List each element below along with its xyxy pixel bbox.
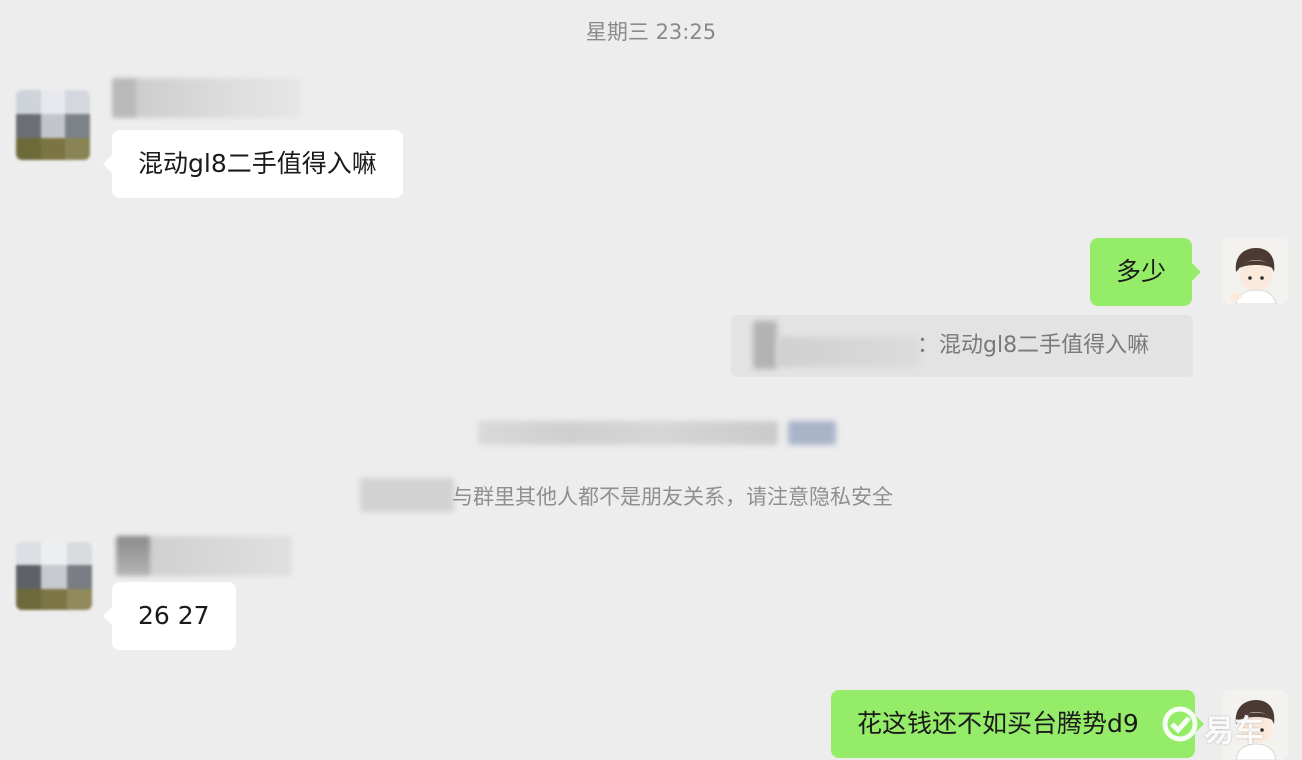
quoted-sender-blurred <box>753 321 777 369</box>
watermark-text: 易车 <box>1204 714 1264 749</box>
system-notice-blurred <box>478 421 778 445</box>
chat-timestamp: 星期三 23:25 <box>585 20 717 44</box>
message-text: 花这钱还不如买台腾势d9 <box>857 709 1139 738</box>
message-bubble[interactable]: 26 27 <box>103 582 236 650</box>
system-link-blurred <box>788 421 836 445</box>
message-text: 混动gl8二手值得入嘛 <box>138 149 377 178</box>
quoted-text: ：混动gl8二手值得入嘛 <box>917 333 1150 358</box>
watermark-logo-icon <box>1160 704 1200 748</box>
cartoon-avatar-icon <box>1222 238 1288 304</box>
member-name-blurred <box>360 478 454 512</box>
sender-name-blurred <box>112 78 300 118</box>
privacy-notice: 与群里其他人都不是朋友关系，请注意隐私安全 <box>452 485 893 509</box>
message-text: 26 27 <box>138 601 210 630</box>
message-bubble-outgoing[interactable]: 花这钱还不如买台腾势d9 <box>831 690 1204 758</box>
sender-avatar[interactable] <box>16 542 92 610</box>
quoted-sender-blurred <box>777 337 921 367</box>
sender-name-blurred <box>116 536 292 576</box>
message-text: 多少 <box>1116 257 1167 286</box>
message-bubble[interactable]: 混动gl8二手值得入嘛 <box>103 130 403 198</box>
quoted-message[interactable]: ：混动gl8二手值得入嘛 <box>731 315 1193 377</box>
my-avatar[interactable] <box>1222 238 1288 304</box>
sender-avatar[interactable] <box>16 90 90 160</box>
message-bubble-outgoing[interactable]: 多少 <box>1090 238 1202 306</box>
